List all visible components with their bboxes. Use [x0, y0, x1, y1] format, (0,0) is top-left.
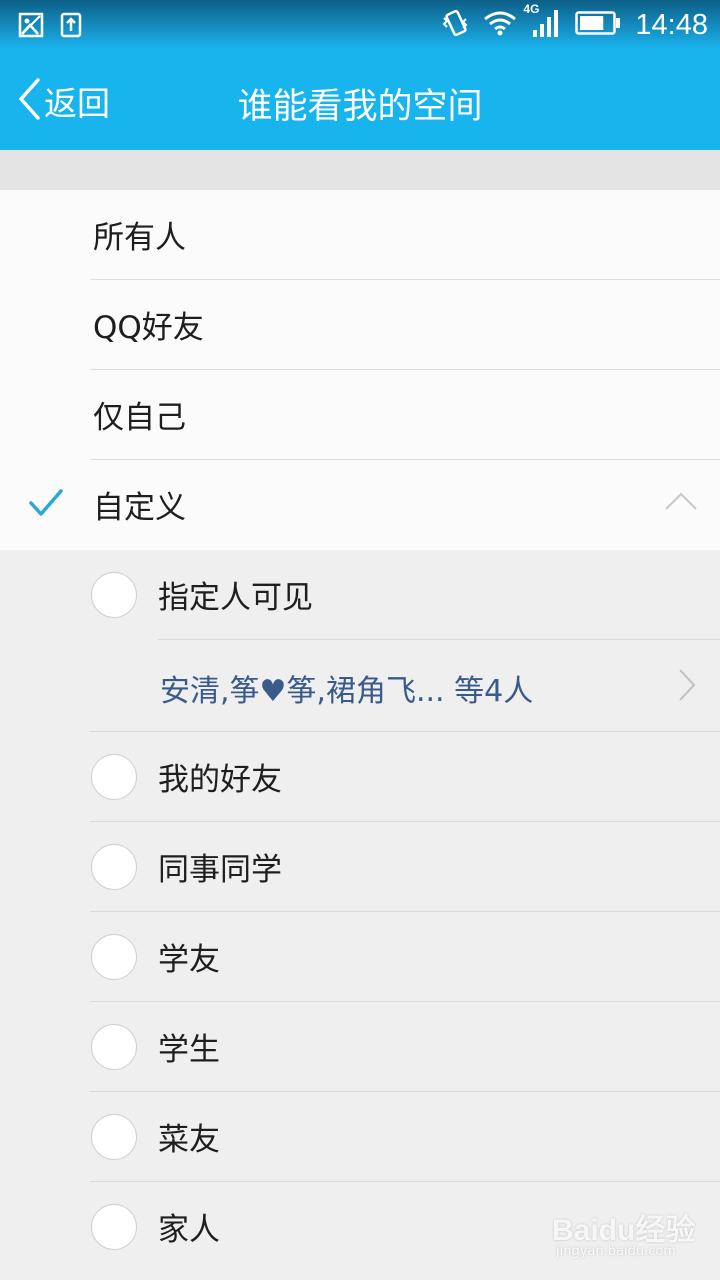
option-custom[interactable]: 自定义 [0, 460, 720, 550]
wifi-icon [483, 10, 517, 40]
status-bar: 4G 14:48 [0, 0, 720, 50]
page-title: 谁能看我的空间 [237, 87, 483, 127]
clock: 14:48 [635, 8, 708, 41]
baidu-watermark: Baidu经验 [552, 1214, 696, 1247]
radio-button[interactable] [91, 1024, 137, 1070]
group-cooking-friends[interactable]: 菜友 [0, 1092, 720, 1182]
group-colleagues-classmates[interactable]: 同事同学 [0, 822, 720, 912]
radio-button[interactable] [91, 934, 137, 980]
group-my-friends[interactable]: 我的好友 [0, 732, 720, 822]
radio-button[interactable] [91, 844, 137, 890]
baidu-watermark-url: jingyan.baidu.com [556, 1244, 676, 1259]
visibility-options: 所有人 QQ好友 仅自己 自定义 [0, 190, 720, 550]
option-qq-friends[interactable]: QQ好友 [0, 280, 720, 370]
group-schoolmates[interactable]: 学友 [0, 912, 720, 1002]
radio-button[interactable] [91, 1204, 137, 1250]
battery-icon [575, 11, 621, 39]
group-label: 学友 [158, 942, 220, 978]
option-label: QQ好友 [93, 310, 204, 346]
chevron-right-icon [678, 668, 696, 706]
gallery-notification-icon [18, 12, 44, 42]
selected-people-row[interactable]: 安清,筝♥筝,裙角飞... 等4人 [0, 640, 720, 732]
option-label: 自定义 [93, 490, 186, 526]
option-label: 指定人可见 [158, 580, 313, 616]
radio-button[interactable] [91, 572, 137, 618]
custom-groups-list: 指定人可见 安清,筝♥筝,裙角飞... 等4人 我的好友 同事同学 学友 学生 … [0, 550, 720, 1280]
group-label: 同事同学 [158, 852, 282, 888]
group-label: 我的好友 [158, 762, 282, 798]
nav-bar: 返回 谁能看我的空间 [0, 50, 720, 150]
option-everyone[interactable]: 所有人 [0, 190, 720, 280]
group-students[interactable]: 学生 [0, 1002, 720, 1092]
cell-signal-icon: 4G [523, 2, 561, 42]
option-label: 仅自己 [93, 400, 186, 436]
section-gap [0, 150, 720, 190]
group-label: 菜友 [158, 1122, 220, 1158]
vibrate-icon [441, 8, 469, 42]
chevron-up-icon[interactable] [664, 490, 698, 516]
network-type-label: 4G [523, 2, 540, 16]
group-label: 学生 [158, 1032, 220, 1068]
radio-button[interactable] [91, 754, 137, 800]
selected-people-names: 安清,筝♥筝,裙角飞... 等4人 [160, 674, 534, 709]
checkmark-icon [28, 488, 64, 522]
radio-button[interactable] [91, 1114, 137, 1160]
option-only-me[interactable]: 仅自己 [0, 370, 720, 460]
group-label: 家人 [158, 1212, 220, 1248]
option-label: 所有人 [93, 220, 186, 256]
option-specified-people[interactable]: 指定人可见 [0, 550, 720, 640]
upload-notification-icon [60, 12, 82, 42]
